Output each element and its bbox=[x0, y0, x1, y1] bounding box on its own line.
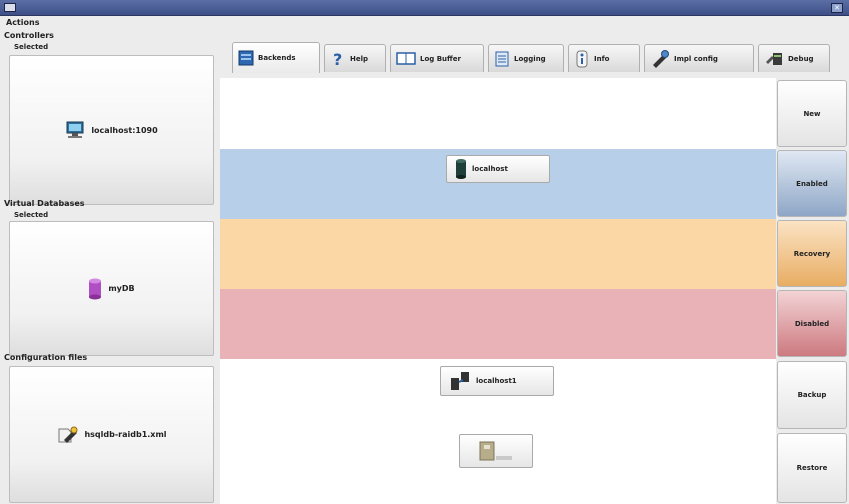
enabled-button[interactable]: Enabled bbox=[777, 150, 847, 217]
log-buffer-icon bbox=[396, 51, 416, 65]
backup-zone[interactable]: localhost1 bbox=[220, 359, 776, 504]
tab-bar: Backends ? Help Log Buffer Logging Info … bbox=[232, 42, 832, 74]
help-icon: ? bbox=[333, 50, 342, 68]
backend-node-localhost[interactable]: localhost bbox=[446, 155, 550, 183]
computer-icon bbox=[66, 121, 84, 138]
controllers-panel: localhost:1090 bbox=[9, 55, 214, 205]
application-window: ✕ Actions Controllers Selected localhost… bbox=[0, 0, 849, 504]
info-icon bbox=[576, 50, 588, 67]
tab-logging-label: Logging bbox=[514, 54, 546, 63]
menu-bar: Actions bbox=[0, 17, 849, 30]
restore-button[interactable]: Restore bbox=[777, 433, 847, 503]
backend-node-localhost1[interactable]: localhost1 bbox=[440, 366, 554, 396]
menu-actions[interactable]: Actions bbox=[6, 18, 39, 27]
controllers-group-label: Selected bbox=[14, 43, 49, 51]
disabled-button[interactable]: Disabled bbox=[777, 290, 847, 357]
database-icon bbox=[89, 278, 102, 299]
sidebar: Controllers Selected localhost:1090 Virt… bbox=[0, 31, 217, 504]
config-file-icon bbox=[58, 426, 78, 443]
backend-node-icon bbox=[451, 372, 469, 390]
recovery-button[interactable]: Recovery bbox=[777, 220, 847, 287]
tab-backends-label: Backends bbox=[258, 54, 296, 62]
backends-view: localhost localhost1 bbox=[220, 78, 776, 504]
debug-icon bbox=[766, 52, 782, 65]
tab-help[interactable]: ? Help bbox=[324, 44, 386, 72]
window-menu-icon[interactable] bbox=[4, 3, 16, 12]
new-button[interactable]: New bbox=[777, 80, 847, 147]
tab-impl-config[interactable]: Impl config bbox=[644, 44, 754, 72]
disabled-backends-zone[interactable] bbox=[220, 289, 776, 359]
tab-log-buffer[interactable]: Log Buffer bbox=[390, 44, 484, 72]
virtual-databases-panel: myDB bbox=[9, 221, 214, 356]
backend-node-localhost1-label: localhost1 bbox=[476, 377, 517, 385]
config-icon bbox=[653, 49, 669, 68]
svg-text:?: ? bbox=[333, 50, 342, 68]
tab-info[interactable]: Info bbox=[568, 44, 640, 72]
controller-item[interactable]: localhost:1090 bbox=[10, 120, 213, 140]
tab-info-label: Info bbox=[594, 54, 610, 63]
new-backends-zone[interactable] bbox=[220, 78, 776, 149]
tab-backends[interactable]: Backends bbox=[232, 42, 320, 73]
tab-help-label: Help bbox=[350, 54, 369, 63]
controllers-header: Controllers bbox=[4, 31, 54, 40]
backup-file-node[interactable] bbox=[459, 434, 533, 468]
tab-debug[interactable]: Debug bbox=[758, 44, 830, 72]
configuration-file-item[interactable]: hsqldb-raidb1.xml bbox=[10, 425, 213, 445]
logging-icon bbox=[495, 51, 509, 66]
backend-node-localhost-label: localhost bbox=[472, 165, 508, 173]
configuration-files-panel: hsqldb-raidb1.xml bbox=[9, 366, 214, 503]
virtual-databases-group-label: Selected bbox=[14, 211, 49, 219]
recovery-backends-zone[interactable] bbox=[220, 219, 776, 289]
title-bar[interactable]: ✕ bbox=[0, 0, 849, 16]
configuration-file-label: hsqldb-raidb1.xml bbox=[84, 430, 167, 439]
tab-log-buffer-label: Log Buffer bbox=[420, 54, 461, 63]
backup-button[interactable]: Backup bbox=[777, 361, 847, 429]
backend-states-column: New Enabled Recovery Disabled Backup Res… bbox=[777, 78, 849, 504]
database-server-icon bbox=[456, 159, 466, 179]
virtual-database-label: myDB bbox=[108, 284, 135, 293]
virtual-databases-header: Virtual Databases bbox=[4, 199, 85, 208]
tab-logging[interactable]: Logging bbox=[488, 44, 564, 72]
controller-label: localhost:1090 bbox=[91, 125, 158, 135]
tab-impl-config-label: Impl config bbox=[674, 54, 718, 63]
backup-file-icon bbox=[479, 441, 512, 461]
virtual-database-item[interactable]: myDB bbox=[10, 278, 213, 300]
backends-icon bbox=[238, 50, 254, 66]
enabled-backends-zone[interactable]: localhost bbox=[220, 149, 776, 219]
configuration-files-header: Configuration files bbox=[4, 353, 88, 362]
tab-debug-label: Debug bbox=[788, 54, 814, 63]
close-icon[interactable]: ✕ bbox=[831, 3, 843, 13]
